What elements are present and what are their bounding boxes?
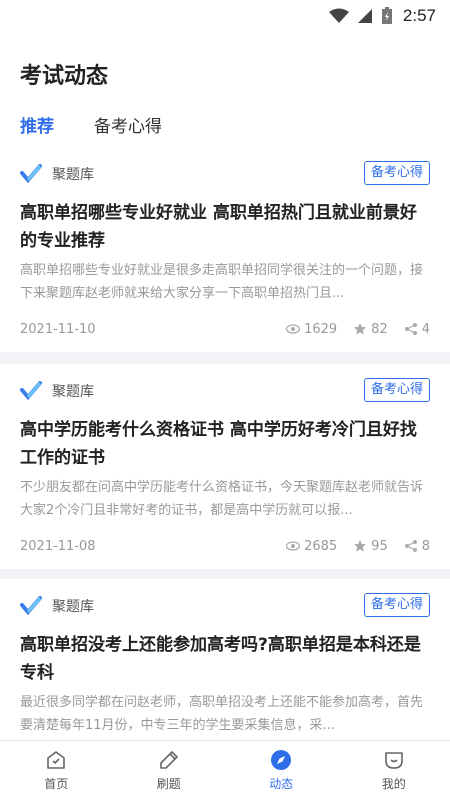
article-footer: 2021-11-10 1629 82 4: [20, 319, 430, 339]
category-tag[interactable]: 备考心得: [363, 593, 430, 617]
article-title[interactable]: 高中学历能考什么资格证书 高中学历好考冷门且好找工作的证书: [20, 416, 430, 472]
compass-icon: [271, 750, 292, 770]
source-logo-icon: [20, 381, 42, 401]
wifi-icon: [328, 8, 349, 23]
status-bar: 2:57: [0, 0, 450, 32]
eye-icon: [286, 541, 301, 551]
page-header: 考试动态 推荐 备考心得: [0, 32, 450, 147]
star-icon: [354, 323, 367, 335]
star-count[interactable]: 95: [353, 539, 388, 554]
article-card[interactable]: 聚题库 备考心得 高职单招哪些专业好就业 高职单招热门且就业前景好的专业推荐 高…: [0, 147, 450, 352]
article-summary: 最近很多同学都在问赵老师，高职单招没考上还能不能参加高考，首先要清楚每年11月份…: [20, 695, 424, 733]
article-card[interactable]: 聚题库 备考心得 高职单招没考上还能参加高考吗?高职单招是本科还是专科 最近很多…: [0, 579, 450, 740]
nav-news[interactable]: 动态: [225, 741, 338, 800]
nav-profile[interactable]: 我的: [338, 741, 450, 800]
nav-home-label: 首页: [44, 777, 69, 791]
source-logo-icon: [20, 596, 42, 616]
article-date: 2021-11-10: [20, 321, 96, 337]
pencil-icon: [159, 751, 178, 769]
source-name: 聚题库: [52, 599, 94, 615]
profile-icon: [384, 752, 403, 769]
article-title[interactable]: 高职单招哪些专业好就业 高职单招热门且就业前景好的专业推荐: [20, 199, 430, 255]
article-feed[interactable]: 聚题库 备考心得 高职单招哪些专业好就业 高职单招热门且就业前景好的专业推荐 高…: [0, 147, 450, 740]
signal-icon: [357, 9, 372, 23]
tab-recommend[interactable]: 推荐: [20, 112, 54, 137]
home-icon: [47, 751, 66, 769]
view-count: 2685: [286, 539, 337, 554]
article-title[interactable]: 高职单招没考上还能参加高考吗?高职单招是本科还是专科: [20, 631, 430, 687]
view-count: 1629: [286, 322, 337, 337]
view-count-value: 2685: [304, 538, 338, 554]
article-meta: 聚题库 备考心得: [20, 161, 430, 187]
share-count[interactable]: 4: [404, 322, 430, 337]
nav-practice-label: 刷题: [156, 777, 181, 791]
share-count-value: 8: [421, 538, 430, 554]
source-name: 聚题库: [52, 384, 94, 400]
star-count-value: 82: [371, 321, 388, 337]
share-icon: [404, 540, 417, 552]
article-meta: 聚题库 备考心得: [20, 378, 430, 404]
share-count[interactable]: 8: [404, 539, 430, 554]
share-icon: [404, 323, 417, 335]
battery-icon: [381, 7, 392, 24]
category-tag[interactable]: 备考心得: [363, 378, 430, 402]
article-summary: 不少朋友都在问高中学历能考什么资格证书，今天聚题库赵老师就告诉大家2个冷门且非常…: [20, 480, 424, 518]
article-footer: 2021-11-08 2685 95 8: [20, 536, 430, 556]
nav-practice[interactable]: 刷题: [113, 741, 226, 800]
share-count-value: 4: [421, 321, 430, 337]
tab-bar: 推荐 备考心得: [20, 112, 162, 137]
star-count[interactable]: 82: [353, 322, 388, 337]
eye-icon: [286, 324, 301, 334]
page-title: 考试动态: [20, 64, 109, 89]
star-count-value: 95: [371, 538, 388, 554]
article-meta: 聚题库 备考心得: [20, 593, 430, 619]
nav-home[interactable]: 首页: [0, 741, 113, 800]
category-tag[interactable]: 备考心得: [363, 161, 430, 185]
nav-news-label: 动态: [269, 777, 294, 791]
nav-profile-label: 我的: [381, 777, 406, 791]
article-date: 2021-11-08: [20, 538, 96, 554]
status-time: 2:57: [402, 6, 436, 25]
article-card[interactable]: 聚题库 备考心得 高中学历能考什么资格证书 高中学历好考冷门且好找工作的证书 不…: [0, 364, 450, 569]
source-logo-icon: [20, 164, 42, 184]
view-count-value: 1629: [304, 321, 338, 337]
source-name: 聚题库: [52, 167, 94, 183]
star-icon: [354, 540, 367, 552]
bottom-nav: 首页 刷题 动态 我的: [0, 740, 450, 800]
article-summary: 高职单招哪些专业好就业是很多走高职单招同学很关注的一个问题，接下来聚题库赵老师就…: [20, 263, 424, 301]
tab-study-tips[interactable]: 备考心得: [94, 112, 162, 137]
